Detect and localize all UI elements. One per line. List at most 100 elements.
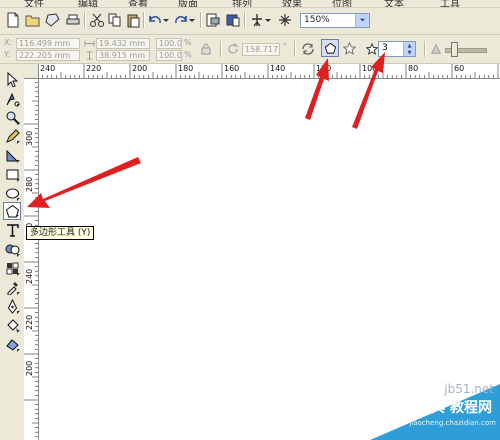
watermark: jb51.net 查字典 教程网 jiaocheng.chazidian.com [360,380,500,440]
menu-effects[interactable]: 效果 [282,0,302,7]
y-position-field[interactable]: 222.205 mm [16,50,80,61]
zoom-tool[interactable] [3,108,21,126]
x-position-field[interactable]: 116.499 mm [16,38,80,49]
pick-tool[interactable] [3,70,21,88]
menu-bar: 文件 编辑 查看 版面 排列 效果 位图 文本 工具 [0,0,500,8]
menu-bitmaps[interactable]: 位图 [332,0,352,7]
ruler-label: 220 [25,314,34,330]
export-icon [226,14,240,27]
sharpness-slider-thumb[interactable] [451,42,458,57]
undo-dropdown[interactable] [162,11,170,29]
copy-button[interactable] [106,11,124,29]
scale-x-field[interactable]: 100.0 [156,38,182,49]
import-icon [206,13,220,27]
ellipse-tool[interactable] [3,184,21,202]
chevron-down-icon [265,19,271,22]
interactive-mesh-tool[interactable] [3,335,21,353]
launcher-dropdown[interactable] [264,11,272,29]
rotation-angle-field[interactable]: 158.717 [242,43,280,56]
welcome-icon [279,14,291,26]
polygon-tool[interactable] [3,202,21,220]
redo-icon [175,15,187,24]
scale-y-percent: % [184,50,192,59]
decrement-button[interactable]: ▼ [403,49,415,56]
launcher-icon [252,14,262,27]
freehand-tool[interactable] [3,127,21,145]
scale-x-percent: % [184,38,192,47]
redo-dropdown[interactable] [188,11,196,29]
ruler-label: 60 [454,64,465,73]
star-mode-button[interactable] [341,40,357,56]
polygon-mode-button[interactable] [321,39,339,57]
y-label: Y: [4,50,11,59]
vertical-ruler[interactable]: 300 280 260 240 220 200 [24,78,39,440]
width-field[interactable]: 19.432 mm [96,38,150,49]
paste-button[interactable] [124,11,142,29]
points-count-value: 3 [382,43,388,53]
sharpness-icon [430,42,442,56]
height-icon [83,50,95,61]
menu-arrange[interactable]: 排列 [232,0,252,7]
new-document-button[interactable] [4,11,22,29]
interactive-fill-tool[interactable] [3,259,21,277]
fill-tool[interactable] [3,316,21,334]
shape-tool[interactable] [3,90,21,108]
menu-layout[interactable]: 版面 [178,0,198,7]
new-document-icon [7,12,19,28]
increment-button[interactable]: ▲ [403,42,415,49]
ruler-label: 80 [408,64,419,73]
import-button[interactable] [204,11,222,29]
save-button[interactable] [44,11,62,29]
mirror-button[interactable] [300,41,316,57]
text-tool[interactable] [3,221,21,239]
menu-view[interactable]: 查看 [128,0,148,7]
export-button[interactable] [224,11,242,29]
width-icon [83,38,95,49]
chevron-down-icon [163,19,169,22]
menu-edit[interactable]: 编辑 [78,0,98,7]
menu-tools[interactable]: 工具 [440,0,460,7]
zoom-level-select[interactable]: 150% [300,13,370,28]
smart-fill-tool[interactable] [3,146,21,164]
open-button[interactable] [24,11,42,29]
print-button[interactable] [64,11,82,29]
outline-tool[interactable] [3,297,21,315]
ruler-label: 100 [362,64,378,73]
lock-ratio-button[interactable] [198,41,214,57]
watermark-title: 查字典 教程网 [403,400,492,416]
points-count-stepper[interactable]: 3 ▲ ▼ [378,41,416,57]
ruler-origin[interactable] [24,64,39,79]
x-label: X: [4,38,13,47]
scale-y-field[interactable]: 100.0 [156,50,182,61]
menu-text[interactable]: 文本 [384,0,404,7]
scissors-icon [90,13,104,27]
cut-button[interactable] [88,11,106,29]
ruler-label: 200 [132,64,148,73]
interactive-blend-tool[interactable] [3,240,21,258]
eyedropper-tool[interactable] [3,278,21,296]
horizontal-ruler[interactable]: 240 220 200 180 160 140 120 100 80 60 [24,64,500,79]
ruler-label: 240 [25,268,34,284]
welcome-screen-button[interactable] [276,11,294,29]
print-icon [66,14,80,25]
ruler-label: 180 [178,64,194,73]
menu-file[interactable]: 文件 [24,0,44,7]
lock-icon [201,43,211,55]
chevron-down-icon [189,19,195,22]
standard-toolbar: 150% [0,8,500,35]
zoom-level-value: 150% [304,15,330,25]
save-icon [45,13,60,27]
star-icon [342,41,356,55]
star-points-icon [366,42,378,56]
rectangle-tool[interactable] [3,165,21,183]
ruler-label: 280 [25,176,34,192]
watermark-site: jb51.net [444,382,494,396]
undo-icon [149,15,161,24]
chevron-down-icon[interactable] [355,14,369,27]
open-folder-icon [25,15,40,27]
height-field[interactable]: 38.915 mm [96,50,150,61]
pentagon-icon [324,42,336,54]
degree-symbol: ° [283,42,287,51]
ruler-label: 160 [224,64,240,73]
ruler-label: 240 [40,64,56,73]
